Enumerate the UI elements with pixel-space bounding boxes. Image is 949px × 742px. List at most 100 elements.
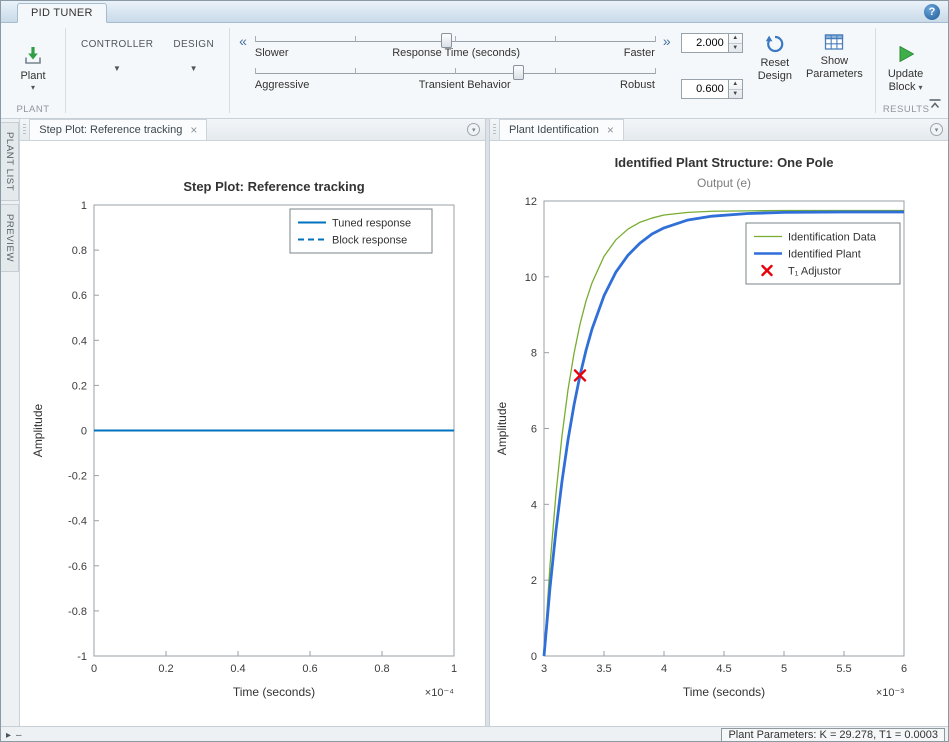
transient-behavior-spinner: ▲ ▼ [681, 79, 743, 99]
tab-step-plot-label: Step Plot: Reference tracking [39, 124, 182, 136]
svg-text:1: 1 [81, 200, 87, 212]
panel-actions-button[interactable]: ▾ [930, 123, 943, 136]
step-plot-tabbar: Step Plot: Reference tracking × ▾ [20, 119, 485, 141]
svg-text:Time (seconds): Time (seconds) [683, 685, 765, 699]
ribbon-tab-strip: PID TUNER ? [1, 1, 948, 23]
transient-behavior-input[interactable] [681, 79, 729, 99]
expand-sliders-button[interactable]: » [659, 25, 675, 49]
close-icon[interactable]: × [607, 125, 614, 135]
response-time-slider-thumb[interactable] [441, 33, 452, 48]
update-block-label-2: Block [889, 81, 916, 94]
svg-text:Block response: Block response [332, 235, 407, 247]
controller-dropdown-button[interactable]: CONTROLLER ▼ [71, 25, 163, 73]
collapse-panel-icon[interactable]: ‒ [16, 730, 22, 741]
collapse-sliders-button[interactable]: « [235, 25, 251, 49]
slider-label-response-time: Response Time (seconds) [289, 47, 624, 59]
plant-section: Plant ▾ PLANT [1, 23, 65, 118]
actions-arrow-icon: ▾ [472, 126, 476, 134]
drag-handle[interactable] [23, 124, 26, 136]
svg-text:Time (seconds): Time (seconds) [233, 685, 315, 699]
close-icon[interactable]: × [190, 125, 197, 135]
help-button[interactable]: ? [924, 4, 940, 20]
reset-design-label-2: Design [758, 70, 792, 83]
panel-actions-button[interactable]: ▾ [467, 123, 480, 136]
transient-behavior-slider[interactable]: Aggressive Transient Behavior Robust [255, 62, 655, 91]
svg-text:Identified Plant Structure: On: Identified Plant Structure: One Pole [615, 155, 834, 170]
controller-label: CONTROLLER [81, 39, 153, 50]
results-section-label: RESULTS [881, 104, 932, 118]
step-plot-canvas[interactable]: Step Plot: Reference tracking 0 0.2 0.4 0.6 0… [20, 141, 485, 731]
svg-text:0: 0 [91, 663, 97, 675]
expand-panel-icon[interactable]: ▸ [6, 730, 11, 741]
spin-down-icon[interactable]: ▼ [729, 44, 742, 53]
svg-text:0.8: 0.8 [72, 245, 87, 257]
tuning-value-spinners: ▲ ▼ ▲ ▼ [681, 25, 743, 125]
tab-pid-tuner[interactable]: PID TUNER [17, 3, 107, 23]
left-dock-strip: PLANT LIST PREVIEW [1, 119, 20, 726]
svg-text:0.2: 0.2 [159, 663, 174, 675]
svg-text:0.2: 0.2 [72, 380, 87, 392]
collapse-up-icon [928, 98, 942, 110]
tab-plant-identification[interactable]: Plant Identification × [499, 119, 624, 140]
plant-import-icon [21, 44, 45, 67]
tuning-tools-section: « Slower [230, 23, 875, 118]
svg-text:0: 0 [531, 651, 537, 663]
response-time-input[interactable] [681, 33, 729, 53]
collapse-toolstrip-button[interactable] [928, 97, 942, 115]
reset-design-button[interactable]: Reset Design [751, 25, 799, 83]
plant-parameters-status: Plant Parameters: K = 29.278, T1 = 0.000… [721, 728, 945, 742]
show-parameters-button[interactable]: Show Parameters [799, 25, 870, 81]
design-label: DESIGN [173, 39, 214, 50]
svg-text:-0.6: -0.6 [68, 561, 87, 573]
svg-text:Identified Plant: Identified Plant [788, 249, 861, 261]
main-area: PLANT LIST PREVIEW Step Plot: Reference … [1, 119, 948, 726]
svg-text:Step Plot: Reference tracking: Step Plot: Reference tracking [184, 179, 365, 194]
slider-group: Slower Response Time (seconds) Faster [255, 25, 655, 94]
svg-text:×10⁻⁴: ×10⁻⁴ [425, 687, 454, 699]
svg-text:0.6: 0.6 [303, 663, 318, 675]
svg-text:Amplitude: Amplitude [31, 404, 45, 458]
svg-text:2: 2 [531, 575, 537, 587]
tab-step-plot[interactable]: Step Plot: Reference tracking × [29, 119, 207, 140]
plant-identification-svg: Identified Plant Structure: One PoleOutp… [490, 141, 948, 726]
toolstrip: Plant ▾ PLANT CONTROLLER ▼ DESIGN ▼ [1, 23, 948, 119]
svg-text:8: 8 [531, 348, 537, 360]
response-time-slider[interactable]: Slower Response Time (seconds) Faster [255, 30, 655, 59]
slider-label-faster: Faster [624, 47, 655, 59]
drag-handle[interactable] [493, 124, 496, 136]
reset-design-label-1: Reset [760, 57, 789, 70]
svg-text:0.6: 0.6 [72, 290, 87, 302]
svg-text:4: 4 [531, 499, 537, 511]
chevron-down-icon: ▼ [190, 64, 198, 73]
svg-text:-0.8: -0.8 [68, 606, 87, 618]
chevron-down-icon: ▼ [113, 64, 121, 73]
svg-text:0.4: 0.4 [72, 335, 87, 347]
plant-button-label: Plant [20, 70, 45, 82]
spin-down-icon[interactable]: ▼ [729, 90, 742, 99]
transient-behavior-slider-thumb[interactable] [513, 65, 524, 80]
slider-label-transient-behavior: Transient Behavior [309, 79, 620, 91]
plant-identification-canvas[interactable]: Identified Plant Structure: One PoleOutp… [490, 141, 948, 731]
svg-text:0.4: 0.4 [231, 663, 246, 675]
svg-text:-0.4: -0.4 [68, 516, 87, 528]
design-dropdown-button[interactable]: DESIGN ▼ [163, 25, 224, 73]
actions-arrow-icon: ▾ [935, 126, 939, 134]
plant-button[interactable]: Plant ▾ [6, 38, 60, 92]
sidebar-tab-preview[interactable]: PREVIEW [1, 204, 19, 272]
svg-text:0: 0 [81, 426, 87, 438]
caret-down-icon: ▾ [919, 81, 923, 94]
svg-text:4.5: 4.5 [716, 663, 731, 675]
svg-text:-0.2: -0.2 [68, 471, 87, 483]
status-bar: ▸ ‒ Plant Parameters: K = 29.278, T1 = 0… [1, 726, 948, 742]
spin-up-icon[interactable]: ▲ [729, 80, 742, 90]
response-time-spinner: ▲ ▼ [681, 33, 743, 53]
svg-text:Tuned response: Tuned response [332, 218, 411, 230]
svg-text:Amplitude: Amplitude [495, 402, 509, 456]
svg-text:5.5: 5.5 [836, 663, 851, 675]
sidebar-tab-plant-list[interactable]: PLANT LIST [1, 122, 19, 201]
svg-text:0.8: 0.8 [375, 663, 390, 675]
spin-up-icon[interactable]: ▲ [729, 34, 742, 44]
update-block-button[interactable]: Update Block ▾ [881, 36, 930, 94]
svg-text:Identification Data: Identification Data [788, 232, 877, 244]
svg-text:1: 1 [451, 663, 457, 675]
